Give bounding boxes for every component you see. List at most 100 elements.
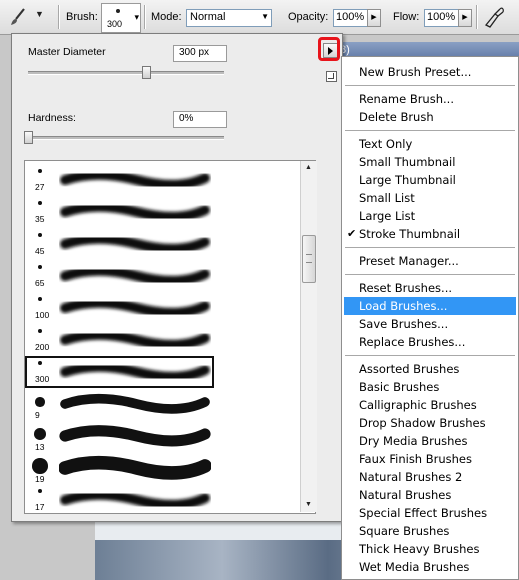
menu-item-label: New Brush Preset...	[359, 65, 472, 79]
airbrush-icon[interactable]	[483, 5, 505, 29]
new-preset-icon[interactable]	[326, 71, 337, 82]
mode-value: Normal	[190, 11, 226, 23]
menu-item[interactable]: Large List	[344, 207, 516, 225]
brush-tip-icon	[38, 297, 42, 301]
master-diameter-field[interactable]: 300 px	[173, 45, 227, 62]
selection-outline	[25, 356, 214, 388]
checkmark-icon: ✔	[347, 227, 357, 240]
chevron-down-icon: ▼	[261, 12, 269, 21]
menu-item[interactable]: Natural Brushes 2	[344, 468, 516, 486]
brush-stroke-thumbnail	[60, 489, 210, 510]
menu-item[interactable]: Basic Brushes	[344, 378, 516, 396]
menu-item[interactable]: Dry Media Brushes	[344, 432, 516, 450]
menu-item[interactable]: Load Brushes...	[344, 297, 516, 315]
brush-preset-item[interactable]: 35	[25, 196, 315, 228]
brush-stroke	[60, 201, 210, 222]
menu-item-label: Small Thumbnail	[359, 155, 456, 169]
menu-separator	[345, 355, 515, 356]
menu-item[interactable]: Large Thumbnail	[344, 171, 516, 189]
options-bar: ▼ Brush: 300 ▾ Mode: Normal ▼ Opacity: 1…	[0, 0, 519, 35]
menu-item[interactable]: Special Effect Brushes	[344, 504, 516, 522]
flow-slider-button[interactable]: ▶	[458, 9, 472, 27]
brush-preset-item[interactable]: 19	[25, 452, 315, 484]
menu-item-label: Assorted Brushes	[359, 362, 460, 376]
menu-item[interactable]: Reset Brushes...	[344, 279, 516, 297]
opacity-field[interactable]: 100%	[333, 9, 368, 27]
menu-item[interactable]: Drop Shadow Brushes	[344, 414, 516, 432]
brush-preset-item[interactable]: 45	[25, 228, 315, 260]
menu-item[interactable]: Small Thumbnail	[344, 153, 516, 171]
brush-tip-icon	[116, 9, 120, 13]
menu-item[interactable]: Thick Heavy Brushes	[344, 540, 516, 558]
hardness-slider-thumb[interactable]	[24, 131, 33, 144]
brush-size-label: 65	[35, 278, 45, 288]
menu-item-label: Natural Brushes 2	[359, 470, 463, 484]
hardness-slider[interactable]	[28, 136, 224, 140]
menu-item-label: Large Thumbnail	[359, 173, 456, 187]
menu-item[interactable]: New Brush Preset...	[344, 63, 516, 81]
mode-select[interactable]: Normal ▼	[186, 9, 272, 27]
red-highlight-box	[318, 37, 340, 61]
scroll-down-icon[interactable]: ▼	[301, 498, 316, 512]
menu-item[interactable]: Calligraphic Brushes	[344, 396, 516, 414]
brush-size-label: 9	[35, 410, 40, 420]
master-diameter-label: Master Diameter	[28, 46, 106, 58]
brush-preset-item[interactable]: 65	[25, 260, 315, 292]
hardness-field[interactable]: 0%	[173, 111, 227, 128]
brush-preset-item[interactable]: 9	[25, 388, 315, 420]
menu-item[interactable]: Preset Manager...	[344, 252, 516, 270]
brush-label: Brush:	[66, 11, 98, 23]
menu-item-label: Square Brushes	[359, 524, 450, 538]
hardness-value: 0%	[179, 113, 194, 124]
brush-tip-icon	[38, 329, 42, 333]
brush-tip-icon	[35, 397, 45, 407]
brush-preset-item[interactable]: 200	[25, 324, 315, 356]
brush-picker-button[interactable]: 300 ▾	[101, 3, 141, 33]
brush-preset-list[interactable]: 27 35 45 65 100 200 300 9 13 19 17	[24, 160, 316, 514]
brush-tool-icon	[11, 8, 25, 25]
menu-item-label: Text Only	[359, 137, 413, 151]
menu-item[interactable]: Save Brushes...	[344, 315, 516, 333]
brush-preset-item[interactable]: 300	[25, 356, 315, 388]
brush-preset-item[interactable]: 27	[25, 164, 315, 196]
brush-stroke	[59, 425, 211, 447]
master-diameter-slider[interactable]	[28, 71, 224, 75]
brush-panel-flyout-menu: New Brush Preset... Rename Brush... Delete…	[341, 56, 519, 580]
scroll-up-icon[interactable]: ▲	[301, 161, 316, 175]
menu-item[interactable]: Faux Finish Brushes	[344, 450, 516, 468]
brush-stroke	[59, 455, 211, 480]
brush-size-value: 300	[107, 19, 123, 29]
menu-item-label: Dry Media Brushes	[359, 434, 468, 448]
menu-item[interactable]: Natural Brushes	[344, 486, 516, 504]
tool-preset-picker[interactable]: ▼	[4, 5, 52, 29]
brush-preset-item[interactable]: 100	[25, 292, 315, 324]
menu-item-label: Load Brushes...	[359, 299, 448, 313]
menu-item[interactable]: Assorted Brushes	[344, 360, 516, 378]
brush-stroke	[60, 169, 210, 190]
menu-separator	[345, 274, 515, 275]
brush-stroke	[60, 393, 210, 414]
master-diameter-slider-thumb[interactable]	[141, 66, 151, 79]
brush-preset-item[interactable]: 13	[25, 420, 315, 452]
brush-preset-item[interactable]: 17	[25, 484, 315, 513]
brush-tip-icon	[38, 489, 42, 493]
menu-item[interactable]: Replace Brushes...	[344, 333, 516, 351]
menu-item-label: Basic Brushes	[359, 380, 440, 394]
menu-item-label: Reset Brushes...	[359, 281, 452, 295]
menu-item[interactable]: Square Brushes	[344, 522, 516, 540]
menu-item[interactable]: Wet Media Brushes	[344, 558, 516, 576]
scroll-thumb[interactable]	[302, 235, 316, 283]
menu-item-label: Drop Shadow Brushes	[359, 416, 486, 430]
menu-item[interactable]: Rename Brush...	[344, 90, 516, 108]
menu-item[interactable]: Delete Brush	[344, 108, 516, 126]
flow-field[interactable]: 100%	[424, 9, 459, 27]
opacity-slider-button[interactable]: ▶	[367, 9, 381, 27]
menu-item-label: Small List	[359, 191, 415, 205]
brush-size-label: 100	[35, 310, 50, 320]
brush-list-scrollbar[interactable]: ▲ ▼	[300, 161, 317, 512]
menu-item[interactable]: ✔ Stroke Thumbnail	[344, 225, 516, 243]
brush-stroke-thumbnail	[60, 265, 210, 286]
menu-item[interactable]: Small List	[344, 189, 516, 207]
divider	[144, 5, 146, 29]
menu-item[interactable]: Text Only	[344, 135, 516, 153]
